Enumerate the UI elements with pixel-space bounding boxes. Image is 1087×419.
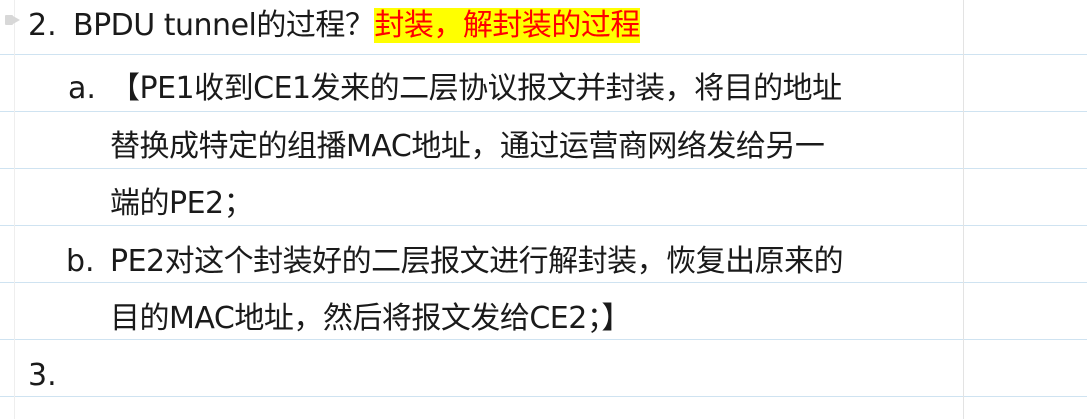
list-marker[interactable]: 3.	[28, 356, 57, 396]
margin-line	[14, 0, 15, 419]
list-item-line: 【PE1收到CE1发来的二层协议报文并封装，将目的地址	[110, 71, 842, 106]
rule-line	[0, 396, 1087, 397]
list-marker: a.	[68, 71, 96, 106]
rule-line	[0, 339, 1087, 340]
list-marker: b.	[66, 244, 95, 279]
list-item-line: 替换成特定的组播MAC地址，通过运营商网络发给另一	[110, 129, 825, 164]
list-item: BPDU tunnel的过程？封装，解封装的过程	[73, 6, 640, 46]
item-text: BPDU tunnel的过程？	[73, 8, 375, 43]
list-marker: 2.	[28, 8, 57, 43]
margin-line	[963, 0, 964, 419]
list-item-line: 目的MAC地址，然后将报文发给CE2；】	[110, 301, 631, 336]
list-item-line: 端的PE2；	[110, 186, 254, 221]
list-item-line: PE2对这个封装好的二层报文进行解封装，恢复出原来的	[110, 244, 844, 279]
rule-line	[0, 111, 1087, 112]
rule-line	[0, 168, 1087, 169]
rule-line	[0, 54, 1087, 55]
rule-line	[0, 225, 1087, 226]
highlighted-text: 封装，解封装的过程	[374, 8, 640, 43]
rule-line	[0, 282, 1087, 283]
outline-grip-icon[interactable]	[4, 13, 22, 27]
